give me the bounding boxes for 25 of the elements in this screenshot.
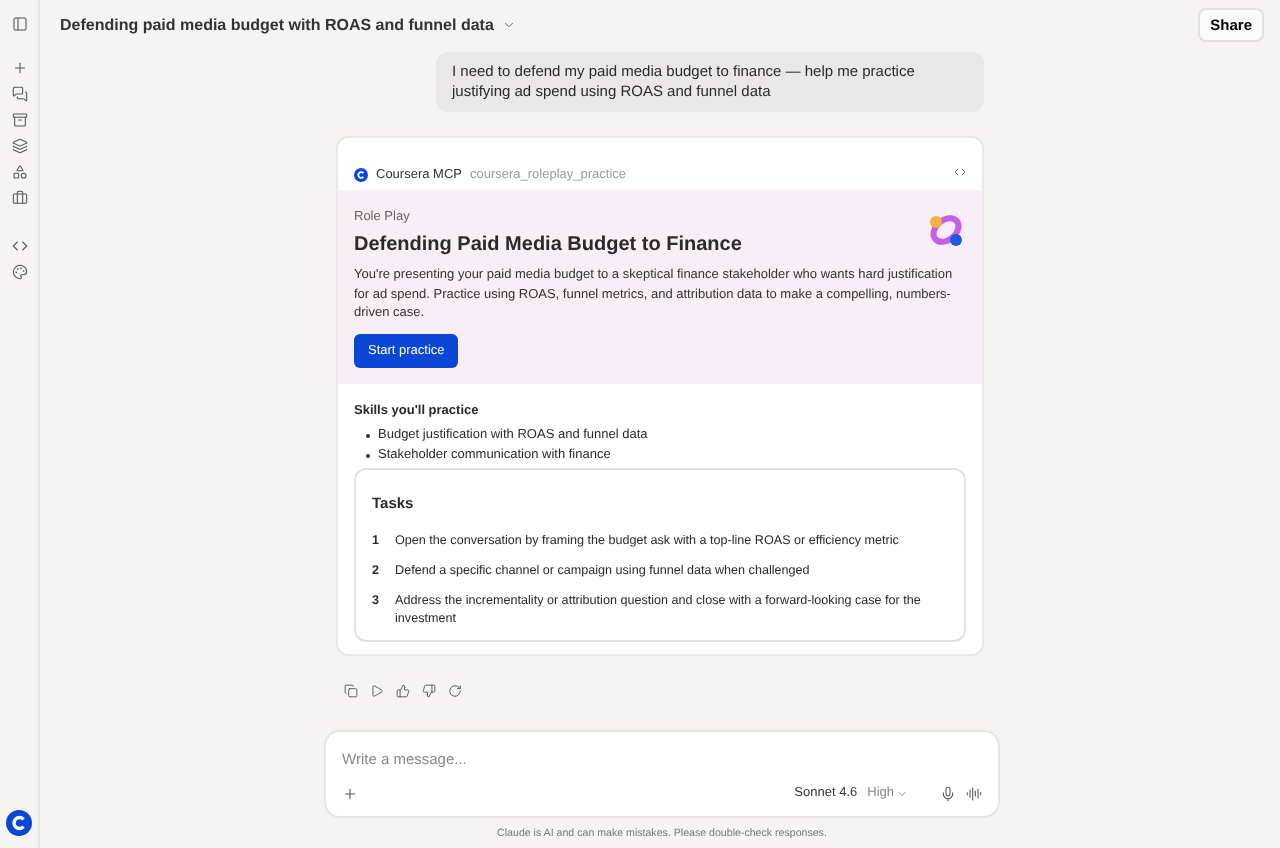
voice-icon[interactable] — [966, 785, 982, 801]
code-icon[interactable] — [11, 238, 27, 254]
thumbs-down-icon[interactable] — [422, 683, 436, 697]
sidebar-toggle-icon[interactable] — [11, 16, 27, 32]
chevron-down-icon[interactable] — [501, 17, 516, 31]
chat-title[interactable]: Defending paid media budget with ROAS and funnel data — [60, 15, 494, 33]
orbit-icon — [926, 210, 966, 250]
shapes-icon[interactable] — [11, 164, 27, 180]
projects-icon[interactable] — [11, 112, 27, 128]
chats-icon[interactable] — [11, 86, 27, 102]
copy-icon[interactable] — [344, 683, 358, 697]
roleplay-title: Defending Paid Media Budget to Finance — [354, 234, 744, 256]
new-chat-icon[interactable] — [11, 60, 27, 76]
chevron-down-icon — [896, 787, 908, 799]
briefcase-icon[interactable] — [11, 190, 27, 206]
code-icon[interactable] — [954, 166, 966, 178]
account-avatar[interactable] — [6, 810, 32, 836]
thumbs-up-icon[interactable] — [396, 683, 410, 697]
retry-icon[interactable] — [448, 683, 462, 697]
microphone-icon[interactable] — [940, 785, 956, 801]
stack-icon[interactable] — [11, 138, 27, 154]
add-icon[interactable] — [342, 785, 358, 801]
palette-icon[interactable] — [11, 264, 27, 280]
logo-icon — [354, 167, 368, 181]
play-icon[interactable] — [370, 683, 384, 697]
